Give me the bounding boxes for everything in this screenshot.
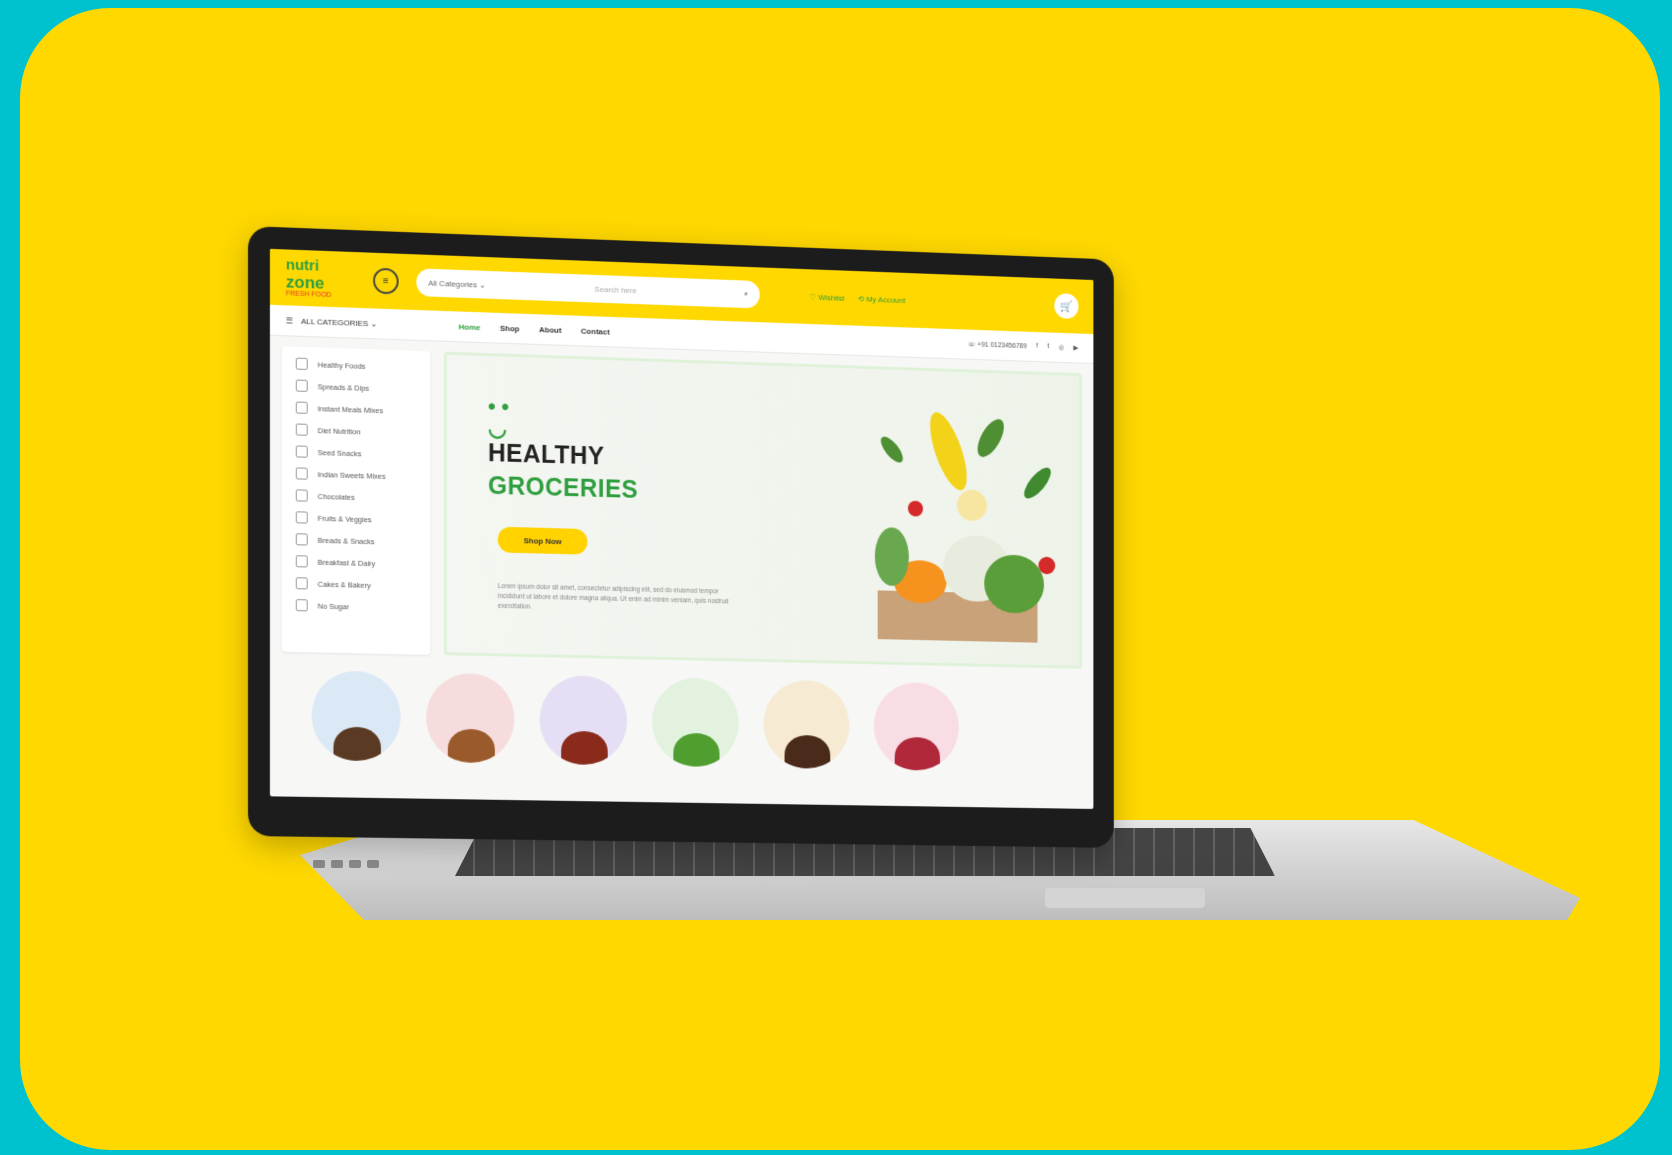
hero-description: Lorem ipsum dolor sit amet, consectetur … — [498, 582, 738, 617]
laptop-ports — [313, 860, 379, 868]
category-icon — [296, 467, 308, 479]
category-circles — [270, 651, 1093, 773]
all-categories-dropdown[interactable]: ☰ ALL CATEGORIES ⌄ — [286, 316, 459, 331]
sidebar-item-no-sugar[interactable]: No Sugar — [282, 594, 430, 619]
sidebar-item-label: Indian Sweets Mixes — [318, 470, 386, 481]
category-icon — [296, 402, 308, 414]
shop-now-button[interactable]: Shop Now — [498, 527, 588, 555]
facebook-icon[interactable]: f — [1036, 343, 1038, 351]
nav-contact[interactable]: Contact — [581, 326, 610, 336]
category-icon — [296, 511, 308, 523]
sidebar-item-label: Breads & Snacks — [318, 535, 375, 545]
category-circle-dates[interactable] — [764, 680, 850, 770]
category-icon — [296, 358, 308, 370]
youtube-icon[interactable]: ▶ — [1074, 344, 1079, 352]
search-icon[interactable]: ⌕ — [744, 289, 748, 299]
all-categories-label: ALL CATEGORIES ⌄ — [301, 316, 377, 328]
search-category-select[interactable]: All Categories ⌄ — [428, 278, 486, 289]
sidebar-item-label: Seed Snacks — [318, 448, 362, 458]
category-circle-fruit[interactable] — [652, 677, 739, 767]
header-links: ♡ Wishlist ⟲ My Account — [809, 292, 905, 304]
fruit-image — [673, 733, 719, 768]
hero-title: HEALTHY GROCERIES — [488, 437, 638, 506]
category-circle-coffee[interactable] — [312, 670, 401, 761]
dates-image — [785, 735, 831, 769]
meat-image — [895, 737, 940, 771]
sidebar-item-label: Cakes & Bakery — [318, 579, 371, 589]
bread-image — [448, 729, 495, 764]
category-circle-jam[interactable] — [540, 675, 627, 765]
sidebar-item-label: Healthy Foods — [318, 360, 366, 371]
menu-icon[interactable]: ≡ — [373, 268, 399, 295]
wishlist-link[interactable]: ♡ Wishlist — [809, 292, 844, 302]
sidebar-item-label: Breakfast & Dairy — [318, 557, 376, 567]
category-icon — [296, 445, 308, 457]
category-icon — [296, 489, 308, 501]
jam-image — [561, 731, 608, 766]
sidebar-item-label: Spreads & Dips — [318, 382, 370, 393]
nav-home[interactable]: Home — [459, 322, 481, 332]
hero-title-line1: HEALTHY — [488, 437, 638, 474]
nav-shop[interactable]: Shop — [500, 323, 520, 333]
vegetables-image — [826, 389, 1061, 648]
laptop-lid: nutri zone FRESH FOOD ≡ All Categories ⌄… — [248, 226, 1114, 848]
category-icon — [296, 380, 308, 392]
sidebar-item-label: Fruits & Veggies — [318, 513, 372, 523]
hamburger-icon: ☰ — [286, 316, 293, 325]
category-icon — [296, 599, 308, 611]
search-input[interactable]: Search here — [594, 284, 636, 294]
sidebar-item-label: Chocolates — [318, 491, 355, 501]
sidebar-item-label: Diet Nutrition — [318, 426, 361, 436]
account-link[interactable]: ⟲ My Account — [858, 294, 906, 305]
logo-tagline: FRESH FOOD — [286, 290, 355, 299]
phone-number[interactable]: ☏ +91 0123456789 — [967, 340, 1026, 350]
nav-about[interactable]: About — [539, 325, 561, 335]
search-bar[interactable]: All Categories ⌄ Search here ⌕ — [416, 268, 759, 308]
promo-background: nutri zone FRESH FOOD ≡ All Categories ⌄… — [20, 8, 1660, 1150]
nav-links: Home Shop About Contact — [459, 322, 610, 336]
main-content: Healthy Foods Spreads & Dips Instant Mea… — [270, 336, 1093, 669]
hero-title-line2: GROCERIES — [488, 469, 638, 505]
hero-banner: • • ◡ HEALTHY GROCERIES Shop Now Lorem ip… — [444, 352, 1082, 669]
coffee-image — [333, 727, 380, 762]
category-icon — [296, 533, 308, 545]
twitter-icon[interactable]: t — [1047, 343, 1049, 351]
category-circle-meat[interactable] — [874, 682, 959, 771]
laptop-trackpad — [1045, 888, 1205, 908]
instagram-icon[interactable]: ◎ — [1058, 343, 1064, 351]
nav-right: ☏ +91 0123456789 f t ◎ ▶ — [967, 340, 1078, 352]
smile-icon: • • ◡ — [488, 396, 509, 440]
category-icon — [296, 577, 308, 589]
sidebar-item-label: Instant Meals Mixes — [318, 404, 384, 415]
category-circle-bread[interactable] — [426, 673, 514, 764]
category-sidebar: Healthy Foods Spreads & Dips Instant Mea… — [282, 346, 430, 655]
site-logo[interactable]: nutri zone FRESH FOOD — [286, 257, 355, 299]
laptop-screen: nutri zone FRESH FOOD ≡ All Categories ⌄… — [270, 249, 1093, 809]
cart-icon[interactable]: 🛒 — [1054, 293, 1078, 319]
sidebar-item-label: No Sugar — [318, 601, 349, 611]
category-icon — [296, 555, 308, 567]
category-icon — [296, 423, 308, 435]
